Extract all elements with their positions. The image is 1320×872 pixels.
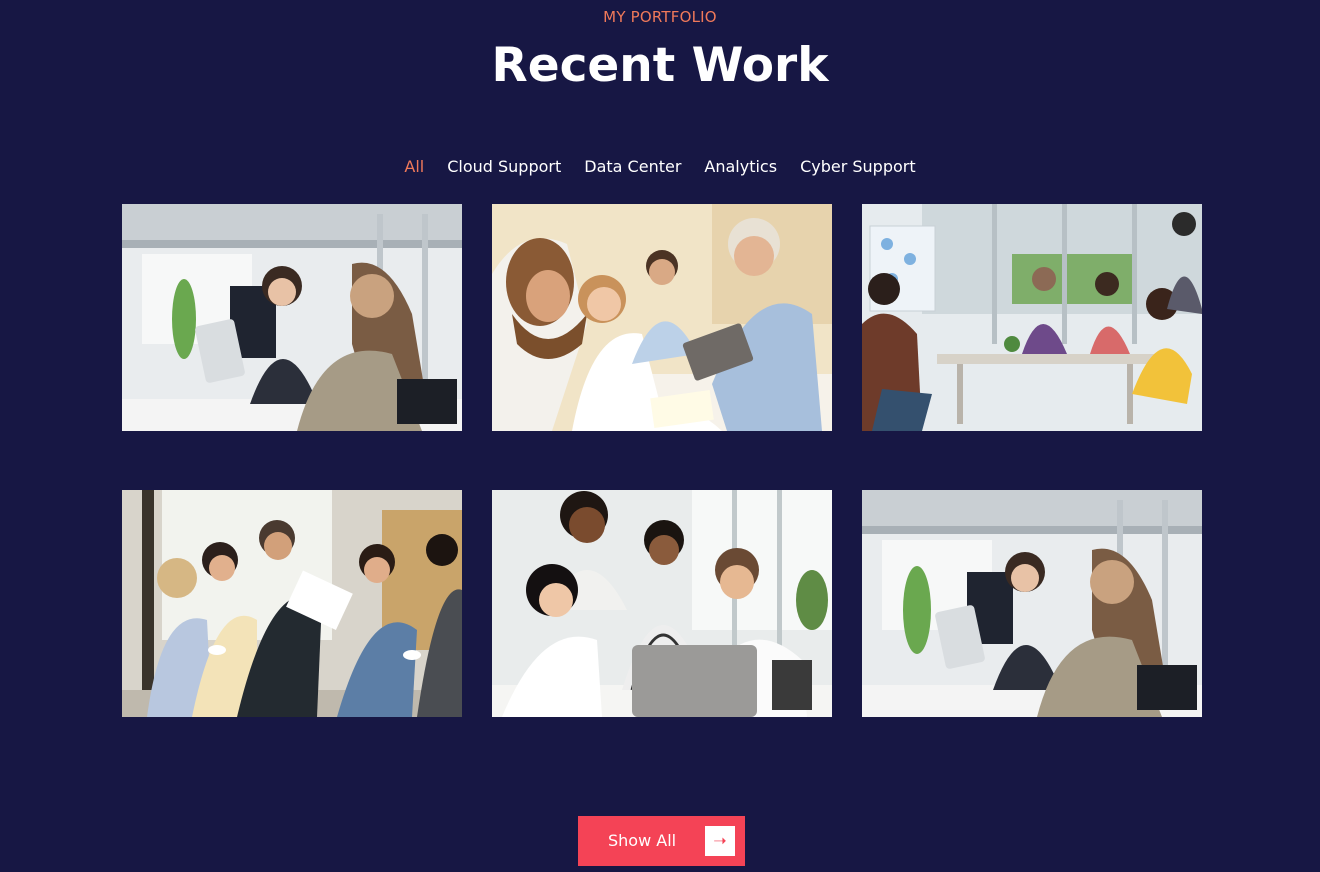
portfolio-item-5[interactable] (492, 490, 832, 717)
filter-tab-cyber-support[interactable]: Cyber Support (800, 156, 916, 178)
portfolio-image (862, 490, 1202, 717)
portfolio-image (492, 490, 832, 717)
portfolio-image (122, 204, 462, 431)
portfolio-image (122, 490, 462, 717)
portfolio-item-2[interactable] (492, 204, 832, 431)
filter-tab-cloud-support[interactable]: Cloud Support (447, 156, 561, 178)
section-eyebrow: MY PORTFOLIO (603, 8, 717, 26)
portfolio-item-6[interactable] (862, 490, 1202, 717)
portfolio-filter-tabs: All Cloud Support Data Center Analytics … (0, 156, 1320, 178)
filter-tab-all[interactable]: All (404, 156, 424, 178)
filter-tab-data-center[interactable]: Data Center (584, 156, 681, 178)
show-all-label: Show All (608, 831, 677, 850)
section-title: Recent Work (491, 38, 829, 93)
portfolio-item-1[interactable] (122, 204, 462, 431)
portfolio-image (862, 204, 1202, 431)
portfolio-item-4[interactable] (122, 490, 462, 717)
show-all-button[interactable]: Show All ➝ (578, 816, 745, 866)
filter-tab-analytics[interactable]: Analytics (704, 156, 777, 178)
portfolio-image (492, 204, 832, 431)
arrow-right-icon: ➝ (705, 826, 735, 856)
portfolio-item-3[interactable] (862, 204, 1202, 431)
